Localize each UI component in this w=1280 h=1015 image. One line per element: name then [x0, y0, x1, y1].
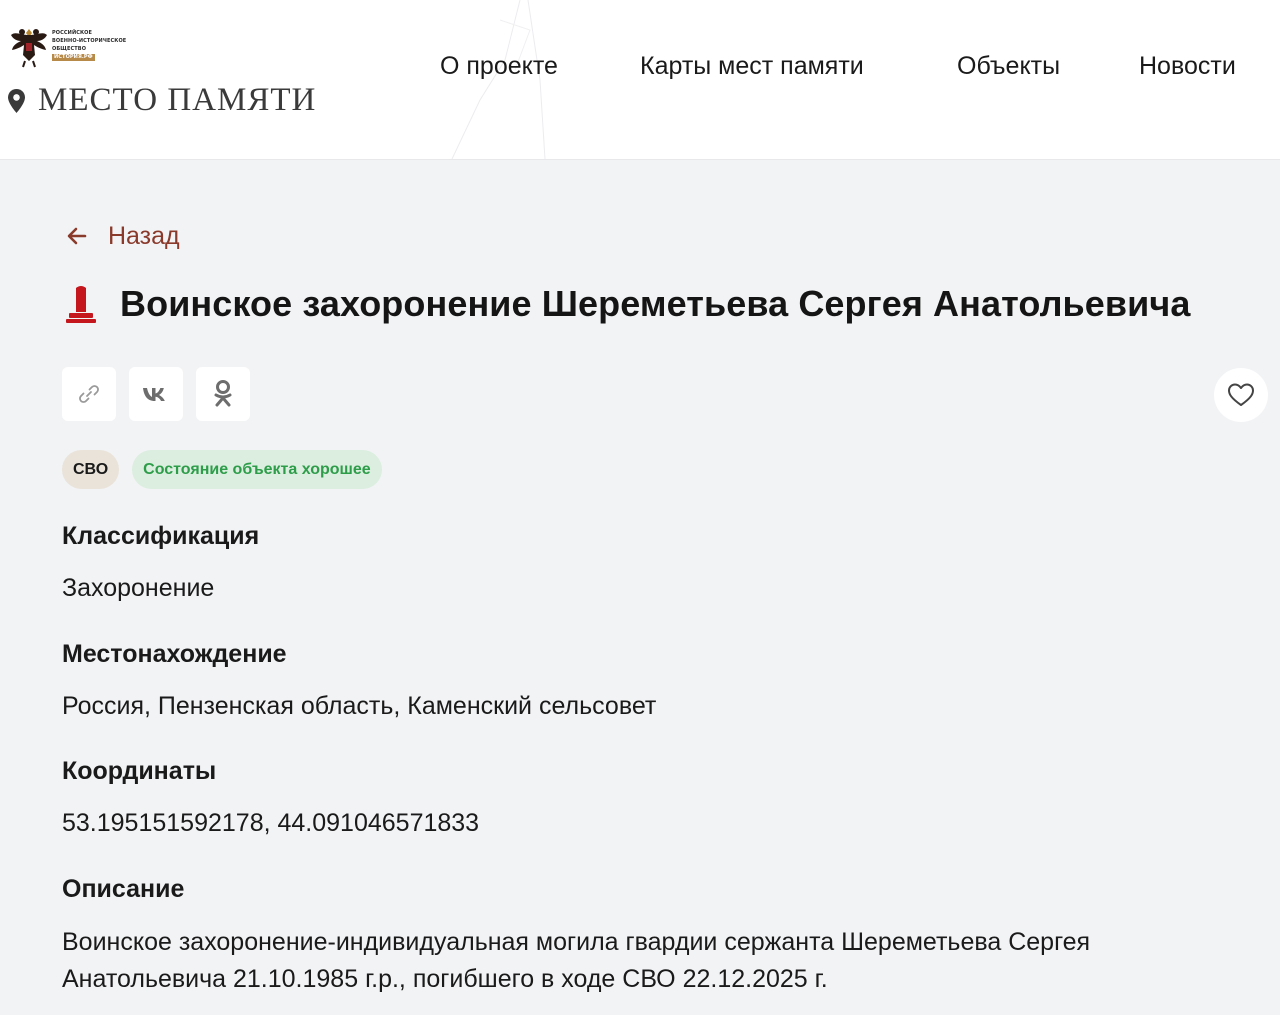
- site-header: Российское военно-историческое общество …: [0, 0, 1280, 160]
- description-label: Описание: [62, 875, 185, 903]
- org-line: военно-историческое: [52, 38, 127, 44]
- share-vk-button[interactable]: [129, 367, 183, 421]
- favorite-button[interactable]: [1214, 368, 1268, 422]
- coordinates-value: 53.195151592178, 44.091046571833: [62, 809, 480, 837]
- coordinates-label: Координаты: [62, 757, 217, 785]
- category-badge: СВО: [62, 450, 120, 489]
- nav-item-maps[interactable]: Карты мест памяти: [640, 52, 864, 81]
- odnoklassniki-icon: [214, 380, 232, 407]
- description-value: Воинское захоронение-индивидуальная моги…: [62, 928, 1091, 993]
- arrow-left-icon: [67, 227, 87, 245]
- nav-item-about[interactable]: О проекте: [440, 52, 558, 81]
- vk-icon: [143, 388, 165, 401]
- location-label: Местонахождение: [62, 640, 287, 668]
- nav-item-objects[interactable]: Объекты: [957, 52, 1060, 81]
- copy-link-button[interactable]: [62, 367, 116, 421]
- monument-icon: [66, 286, 96, 323]
- share-buttons: [62, 367, 263, 421]
- share-odnoklassniki-button[interactable]: [196, 367, 250, 421]
- classification-label: Классификация: [62, 522, 260, 550]
- back-label: Назад: [108, 221, 180, 250]
- classification-value: Захоронение: [62, 574, 215, 602]
- heart-icon: [1228, 383, 1254, 406]
- page-title: Воинское захоронение Шереметьева Сергея …: [120, 283, 1191, 324]
- status-badge: Состояние объекта хорошее: [132, 450, 382, 489]
- location-value: Россия, Пензенская область, Каменский се…: [62, 692, 657, 720]
- map-pin-icon: [8, 89, 25, 113]
- org-line: Российское: [52, 30, 93, 36]
- nav-item-news[interactable]: Новости: [1139, 52, 1236, 81]
- tags: СВО Состояние объекта хорошее: [62, 450, 382, 489]
- title-row: Воинское захоронение Шереметьева Сергея …: [64, 283, 1190, 325]
- main-nav: О проекте Карты мест памяти Объекты Ново…: [0, 52, 1280, 88]
- link-icon: [79, 385, 99, 403]
- back-link[interactable]: Назад: [66, 218, 180, 254]
